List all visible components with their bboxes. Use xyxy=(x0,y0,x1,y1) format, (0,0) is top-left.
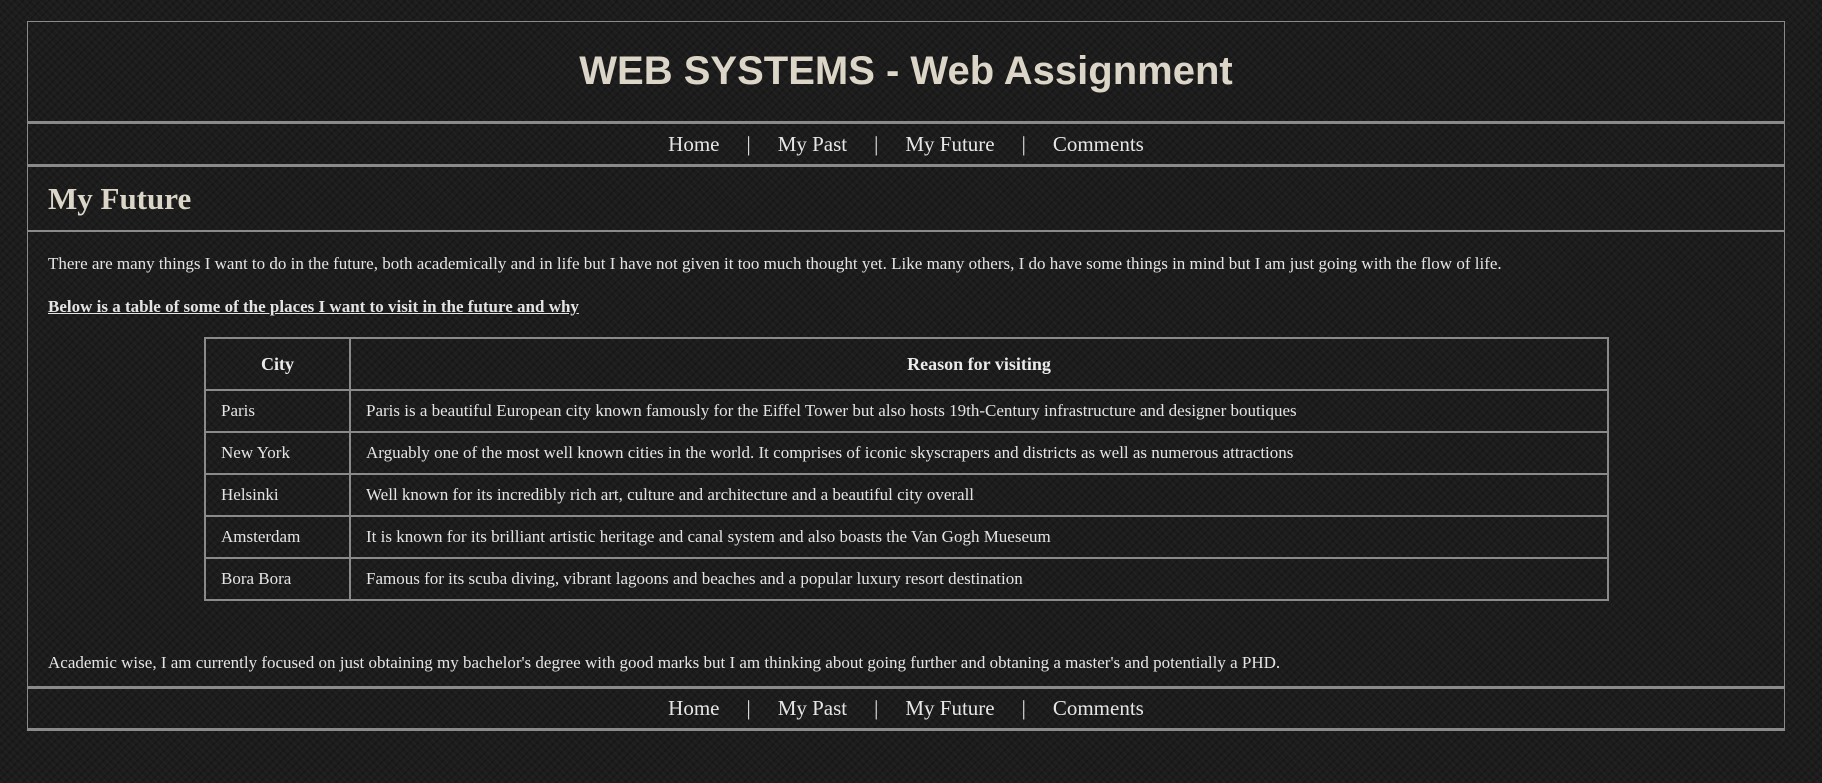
page-title-bar: My Future xyxy=(28,167,1784,232)
nav-separator: | xyxy=(1021,131,1026,156)
nav-link-home[interactable]: Home xyxy=(668,132,719,157)
reason-cell: Famous for its scuba diving, vibrant lag… xyxy=(349,557,1609,601)
nav-link-my-past[interactable]: My Past xyxy=(778,696,847,721)
reason-cell: Paris is a beautiful European city known… xyxy=(349,389,1609,433)
places-table: City Reason for visiting Paris Paris is … xyxy=(204,337,1609,601)
column-header-city: City xyxy=(204,337,351,391)
table-row: Bora Bora Famous for its scuba diving, v… xyxy=(204,557,1609,601)
nav-link-comments[interactable]: Comments xyxy=(1053,132,1144,157)
table-row: Paris Paris is a beautiful European city… xyxy=(204,389,1609,433)
nav-link-home[interactable]: Home xyxy=(668,696,719,721)
site-header: WEB SYSTEMS - Web Assignment xyxy=(28,22,1784,124)
reason-cell: It is known for its brilliant artistic h… xyxy=(349,515,1609,559)
nav-separator: | xyxy=(1021,696,1026,720)
nav-separator: | xyxy=(746,131,751,156)
nav-separator: | xyxy=(746,696,751,720)
bottom-nav: Home | My Past | My Future | Comments xyxy=(28,686,1784,728)
nav-link-my-future[interactable]: My Future xyxy=(905,132,994,157)
nav-separator: | xyxy=(874,131,879,156)
table-header-row: City Reason for visiting xyxy=(204,337,1609,391)
table-row: New York Arguably one of the most well k… xyxy=(204,431,1609,475)
nav-link-my-past[interactable]: My Past xyxy=(778,132,847,157)
column-header-reason: Reason for visiting xyxy=(349,337,1609,391)
city-cell: Bora Bora xyxy=(204,557,351,601)
reason-cell: Arguably one of the most well known citi… xyxy=(349,431,1609,475)
table-row: Helsinki Well known for its incredibly r… xyxy=(204,473,1609,517)
nav-link-comments[interactable]: Comments xyxy=(1053,696,1144,721)
city-cell: Paris xyxy=(204,389,351,433)
nav-separator: | xyxy=(874,696,879,720)
closing-paragraph: Academic wise, I am currently focused on… xyxy=(48,653,1281,672)
main-content: There are many things I want to do in th… xyxy=(28,232,1784,686)
table-row: Amsterdam It is known for its brilliant … xyxy=(204,515,1609,559)
intro-paragraph: There are many things I want to do in th… xyxy=(48,254,1502,273)
page-title: My Future xyxy=(48,180,192,216)
page-container: WEB SYSTEMS - Web Assignment Home | My P… xyxy=(27,21,1785,731)
city-cell: Amsterdam xyxy=(204,515,351,559)
city-cell: New York xyxy=(204,431,351,475)
table-caption: Below is a table of some of the places I… xyxy=(48,297,579,316)
site-title: WEB SYSTEMS - Web Assignment xyxy=(579,49,1233,93)
reason-cell: Well known for its incredibly rich art, … xyxy=(349,473,1609,517)
top-nav: Home | My Past | My Future | Comments xyxy=(28,124,1784,167)
nav-link-my-future[interactable]: My Future xyxy=(905,696,994,721)
city-cell: Helsinki xyxy=(204,473,351,517)
